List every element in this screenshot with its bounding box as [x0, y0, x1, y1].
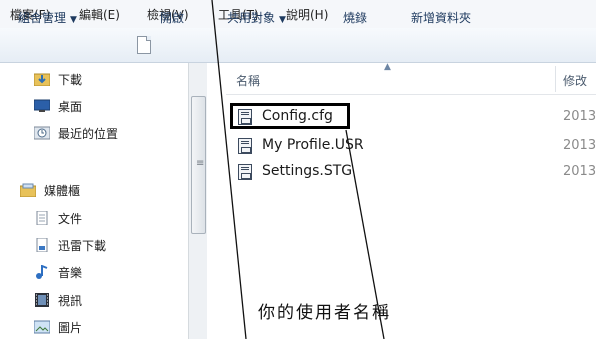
column-header-row	[226, 64, 596, 95]
libraries-icon	[19, 183, 37, 198]
grip-icon: ≡	[196, 158, 205, 169]
nav-label: 視訊	[58, 293, 83, 308]
open-button[interactable]: 開啟	[160, 9, 184, 26]
nav-item-libraries[interactable]: 媒體櫃	[19, 181, 81, 199]
menu-help[interactable]: 說明(H)	[286, 6, 328, 23]
document-icon	[137, 36, 151, 54]
highlight-box	[230, 103, 350, 129]
chevron-down-icon: ▼	[70, 15, 77, 25]
nav-label: 音樂	[58, 265, 83, 280]
column-header-name[interactable]: 名稱	[236, 72, 260, 89]
download-library-icon	[34, 237, 50, 253]
organize-label: 組合管理	[18, 11, 67, 25]
nav-label: 下載	[58, 72, 83, 87]
nav-label: 圖片	[58, 320, 83, 335]
column-header-date[interactable]: 修改	[563, 72, 587, 89]
menu-bar: 檔案(F) 編輯(E) 檢視(V) 工具(T) 說明(H)	[0, 0, 596, 29]
nav-item-recent-places[interactable]: 最近的位置	[33, 124, 119, 142]
nav-item-desktop[interactable]: 桌面	[33, 97, 83, 115]
column-divider[interactable]	[555, 66, 556, 92]
file-row-profile[interactable]: My Profile.USR 2013	[230, 134, 596, 158]
music-icon	[34, 264, 50, 279]
profile-file-icon	[238, 138, 252, 154]
nav-item-downloads[interactable]: 下載	[33, 70, 83, 88]
nav-item-music[interactable]: 音樂	[34, 263, 82, 281]
navigation-pane	[0, 63, 210, 339]
share-button[interactable]: 共用對象 ▼	[227, 9, 286, 26]
command-toolbar	[0, 28, 596, 63]
nav-label: 迅雷下載	[58, 238, 107, 253]
recent-places-icon	[33, 126, 51, 140]
nav-label: 桌面	[58, 99, 83, 114]
annotation-label: 你的使用者名稱	[258, 303, 391, 323]
menu-edit[interactable]: 編輯(E)	[79, 6, 120, 23]
download-folder-icon	[33, 72, 51, 87]
file-date: 2013	[563, 138, 596, 153]
file-date: 2013	[563, 164, 596, 179]
nav-label: 最近的位置	[58, 126, 119, 141]
file-date: 2013	[563, 109, 596, 124]
chevron-down-icon: ▼	[279, 15, 286, 25]
desktop-icon	[33, 99, 51, 113]
share-label: 共用對象	[227, 11, 276, 25]
file-row-settings[interactable]: Settings.STG 2013	[230, 160, 596, 184]
nav-item-videos[interactable]: 視訊	[34, 291, 82, 309]
settings-file-icon	[238, 164, 252, 180]
documents-icon	[34, 210, 50, 226]
file-name: My Profile.USR	[262, 137, 364, 153]
pictures-icon	[33, 320, 51, 334]
nav-label: 文件	[58, 211, 83, 226]
nav-label: 媒體櫃	[44, 183, 81, 198]
organize-button[interactable]: 組合管理 ▼	[18, 9, 77, 26]
burn-button[interactable]: 燒錄	[343, 9, 367, 26]
file-name: Settings.STG	[262, 163, 353, 179]
nav-item-xunlei-downloads[interactable]: 迅雷下載	[34, 236, 106, 254]
nav-item-pictures[interactable]: 圖片	[33, 318, 83, 336]
film-icon	[34, 293, 50, 307]
nav-item-documents[interactable]: 文件	[34, 209, 82, 227]
sort-ascending-icon: ▲	[384, 62, 391, 72]
new-folder-button[interactable]: 新增資料夾	[411, 9, 471, 26]
